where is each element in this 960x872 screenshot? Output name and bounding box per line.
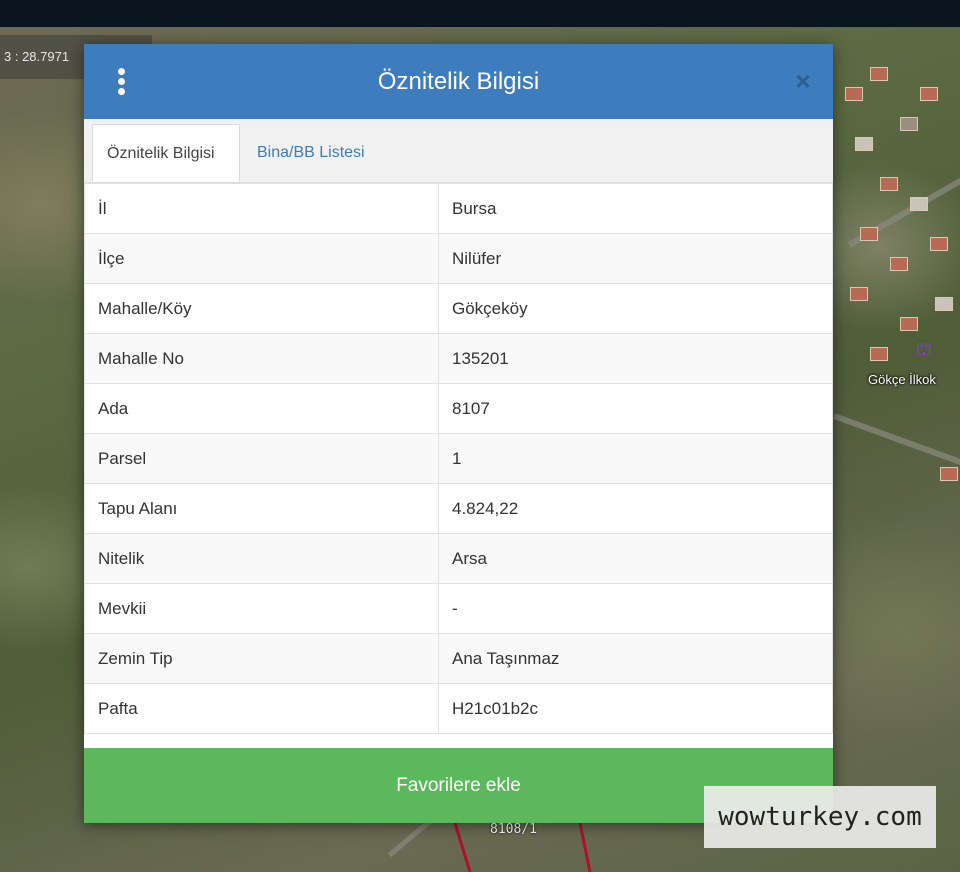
dialog-title: Öznitelik Bilgisi xyxy=(377,68,540,95)
tab-building-list[interactable]: Bina/BB Listesi xyxy=(243,124,393,182)
attribute-value: 135201 xyxy=(438,333,833,384)
attribute-key: Mahalle/Köy xyxy=(84,283,439,334)
attribute-value: 4.824,22 xyxy=(438,483,833,534)
watermark: wowturkey.com xyxy=(704,786,936,848)
attribute-value: Bursa xyxy=(438,183,833,234)
attribute-value: H21c01b2c xyxy=(438,683,833,734)
school-marker-icon[interactable]: ⛫ xyxy=(913,338,935,360)
attribute-key: Zemin Tip xyxy=(84,633,439,684)
table-row: Mahalle No 135201 xyxy=(84,333,833,384)
attribute-value: 1 xyxy=(438,433,833,484)
attribute-key: Parsel xyxy=(84,433,439,484)
table-row: Mahalle/Köy Gökçeköy xyxy=(84,283,833,334)
close-icon[interactable]: × xyxy=(790,68,816,94)
table-row: Tapu Alanı 4.824,22 xyxy=(84,483,833,534)
parcel-number-label: 8108/1 xyxy=(490,822,537,837)
attribute-key: İl xyxy=(84,183,439,234)
table-row: Mevkii - xyxy=(84,583,833,634)
table-row: Pafta H21c01b2c xyxy=(84,683,833,734)
attribute-value: - xyxy=(438,583,833,634)
table-row: Ada 8107 xyxy=(84,383,833,434)
attribute-value: Nilüfer xyxy=(438,233,833,284)
table-row: Zemin Tip Ana Taşınmaz xyxy=(84,633,833,684)
attribute-key: Mahalle No xyxy=(84,333,439,384)
attribute-info-dialog: Öznitelik Bilgisi × Öznitelik Bilgisi Bi… xyxy=(84,44,833,823)
tab-attribute-info[interactable]: Öznitelik Bilgisi xyxy=(92,124,240,182)
attribute-key: Mevkii xyxy=(84,583,439,634)
attribute-key: Tapu Alanı xyxy=(84,483,439,534)
table-row: İl Bursa xyxy=(84,183,833,234)
table-row: Nitelik Arsa xyxy=(84,533,833,584)
attribute-table: İl Bursa İlçe Nilüfer Mahalle/Köy Gökçek… xyxy=(84,183,833,734)
map-place-label: Gökçe İlkok xyxy=(868,372,936,387)
table-row: Parsel 1 xyxy=(84,433,833,484)
attribute-value: 8107 xyxy=(438,383,833,434)
attribute-key: İlçe xyxy=(84,233,439,284)
attribute-value: Ana Taşınmaz xyxy=(438,633,833,684)
attribute-value: Gökçeköy xyxy=(438,283,833,334)
tab-strip: Öznitelik Bilgisi Bina/BB Listesi xyxy=(84,119,833,183)
attribute-key: Pafta xyxy=(84,683,439,734)
attribute-key: Nitelik xyxy=(84,533,439,584)
attribute-value: Arsa xyxy=(438,533,833,584)
dialog-header: Öznitelik Bilgisi × xyxy=(84,44,833,119)
vertical-dots-menu-icon[interactable] xyxy=(106,68,136,96)
table-row: İlçe Nilüfer xyxy=(84,233,833,284)
attribute-key: Ada xyxy=(84,383,439,434)
